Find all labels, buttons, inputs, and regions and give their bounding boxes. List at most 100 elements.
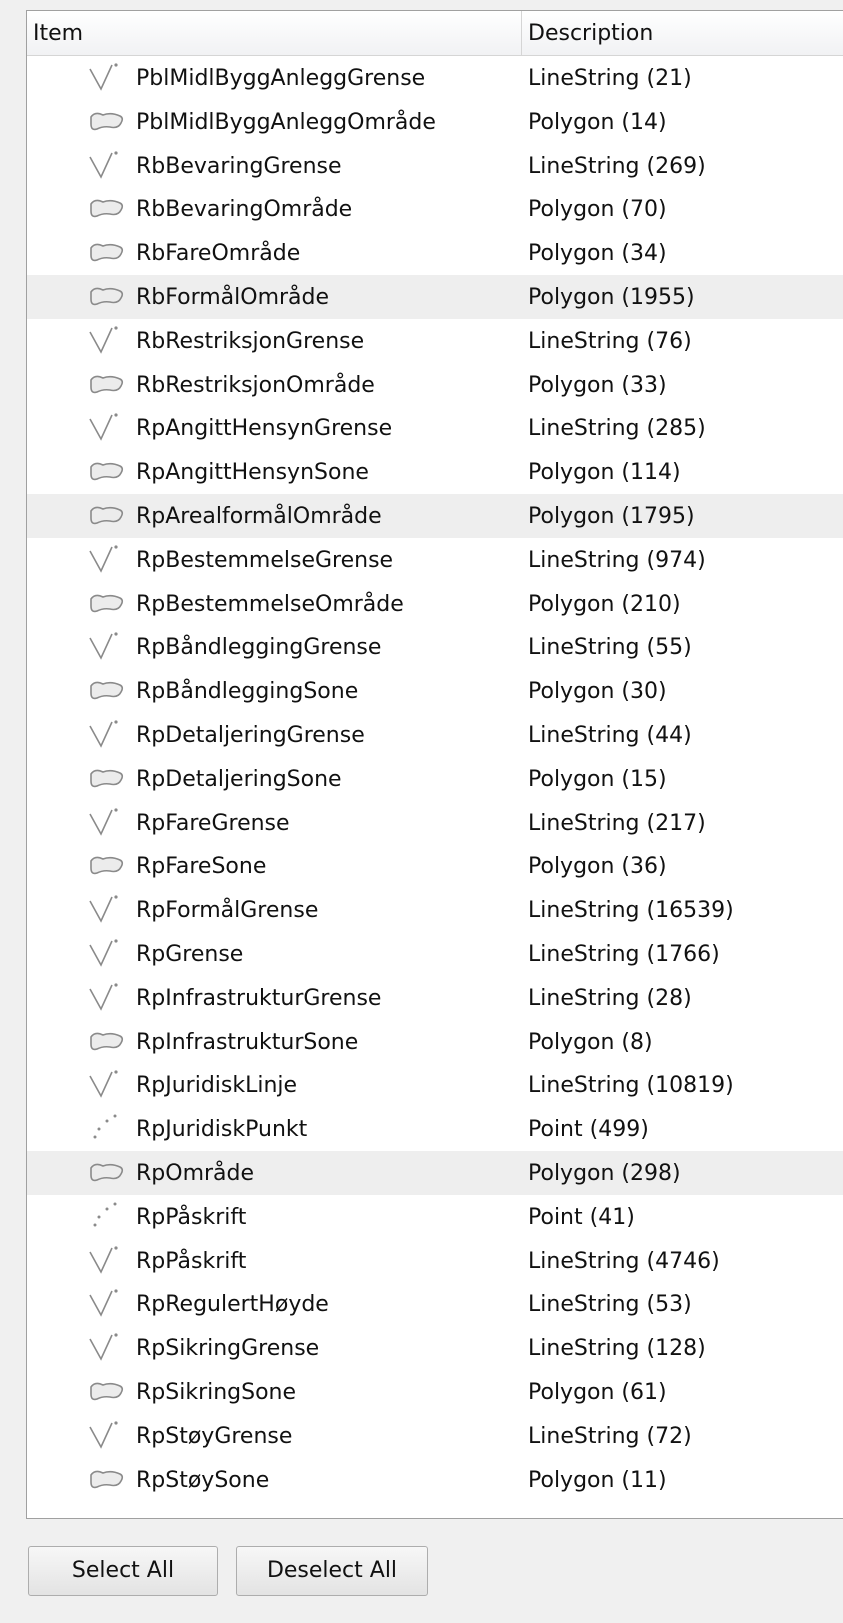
linestring-icon — [85, 1332, 129, 1364]
list-item[interactable]: RpAngittHensynGrense LineString (285) — [27, 406, 843, 450]
item-description: LineString (72) — [528, 1423, 692, 1449]
list-item[interactable]: RpOmråde Polygon (298) — [27, 1150, 843, 1195]
layer-selection-dialog: Item Description PblMidlByggAnleggGrense… — [0, 0, 843, 1623]
item-description: Point (41) — [528, 1204, 635, 1230]
list-item[interactable]: RbFareOmråde Polygon (34) — [27, 231, 843, 275]
list-rows: PblMidlByggAnleggGrense LineString (21) Pb… — [27, 56, 843, 1501]
item-description: LineString (974) — [528, 547, 706, 573]
item-description: LineString (76) — [528, 328, 692, 354]
list-item[interactable]: RpDetaljeringGrense LineString (44) — [27, 713, 843, 757]
item-description: Polygon (1795) — [528, 503, 695, 529]
item-description: Polygon (114) — [528, 460, 681, 486]
item-name: RpGrense — [136, 941, 244, 967]
list-item[interactable]: RpBåndleggingSone Polygon (30) — [27, 669, 843, 713]
item-description: LineString (21) — [528, 66, 692, 91]
item-name: RpFareGrense — [136, 810, 290, 836]
list-item[interactable]: RbBevaringGrense LineString (269) — [27, 144, 843, 188]
list-item[interactable]: RpSikringSone Polygon (61) — [27, 1370, 843, 1414]
item-name: RpBestemmelseOmråde — [136, 591, 404, 617]
linestring-icon — [85, 982, 129, 1014]
item-name: RpBåndleggingSone — [136, 679, 359, 705]
polygon-icon — [85, 1026, 129, 1058]
item-description: LineString (4746) — [528, 1248, 720, 1274]
item-name: RbBevaringGrense — [136, 153, 342, 179]
column-header-item[interactable]: Item — [27, 11, 522, 55]
list-item[interactable]: RpPåskrift LineString (4746) — [27, 1239, 843, 1283]
item-name: PblMidlByggAnleggOmråde — [136, 109, 436, 135]
list-item[interactable]: RpBestemmelseOmråde Polygon (210) — [27, 582, 843, 626]
item-name: RpRegulertHøyde — [136, 1292, 329, 1318]
item-name: RpPåskrift — [136, 1204, 247, 1230]
list-item[interactable]: RpJuridiskPunkt Point (499) — [27, 1107, 843, 1151]
polygon-icon — [85, 281, 129, 313]
list-item[interactable]: RbRestriksjonGrense LineString (76) — [27, 319, 843, 363]
list-item[interactable]: RbFormålOmråde Polygon (1955) — [27, 274, 843, 319]
linestring-icon — [85, 1245, 129, 1277]
polygon-icon — [85, 850, 129, 882]
list-item[interactable]: RpGrense LineString (1766) — [27, 932, 843, 976]
list-item[interactable]: RpRegulertHøyde LineString (53) — [27, 1282, 843, 1326]
list-item[interactable]: RpAngittHensynSone Polygon (114) — [27, 450, 843, 494]
list-item[interactable]: RpInfrastrukturSone Polygon (8) — [27, 1020, 843, 1064]
item-description: LineString (269) — [528, 153, 706, 179]
list-item[interactable]: RpDetaljeringSone Polygon (15) — [27, 757, 843, 801]
linestring-icon — [85, 631, 129, 663]
polygon-icon — [85, 237, 129, 269]
list-item[interactable]: RpFormålGrense LineString (16539) — [27, 888, 843, 932]
linestring-icon — [85, 412, 129, 444]
list-item[interactable]: RpStøyGrense LineString (72) — [27, 1414, 843, 1458]
item-name: RbFormålOmråde — [136, 284, 330, 310]
polygon-icon — [85, 588, 129, 620]
linestring-icon — [85, 719, 129, 751]
list-item[interactable]: PblMidlByggAnleggOmråde Polygon (14) — [27, 100, 843, 144]
list-item[interactable]: RpInfrastrukturGrense LineString (28) — [27, 976, 843, 1020]
list-item[interactable]: RpStøySone Polygon (11) — [27, 1458, 843, 1502]
list-item[interactable]: RpPåskrift Point (41) — [27, 1195, 843, 1239]
item-name: RpArealformålOmråde — [136, 503, 382, 529]
item-description: LineString (44) — [528, 722, 692, 748]
item-description: Polygon (298) — [528, 1160, 681, 1186]
item-name: RpJuridiskPunkt — [136, 1117, 308, 1143]
list-item[interactable]: RbRestriksjonOmråde Polygon (33) — [27, 363, 843, 407]
linestring-icon — [85, 1420, 129, 1452]
item-name: RpBåndleggingGrense — [136, 635, 382, 661]
item-name: RpBestemmelseGrense — [136, 547, 394, 573]
item-name: RpFormålGrense — [136, 898, 319, 924]
list-item[interactable]: RpSikringGrense LineString (128) — [27, 1326, 843, 1370]
list-item[interactable]: RpBåndleggingGrense LineString (55) — [27, 625, 843, 669]
point-icon — [85, 1113, 129, 1145]
item-name: RpAngittHensynGrense — [136, 416, 393, 442]
polygon-icon — [85, 456, 129, 488]
point-icon — [85, 1201, 129, 1233]
item-name: RpJuridiskLinje — [136, 1073, 298, 1099]
item-description: Polygon (33) — [528, 372, 667, 398]
list-item[interactable]: RpJuridiskLinje LineString (10819) — [27, 1063, 843, 1107]
list-item[interactable]: PblMidlByggAnleggGrense LineString (21) — [27, 56, 843, 100]
layer-list[interactable]: Item Description PblMidlByggAnleggGrense… — [26, 10, 843, 1519]
list-item[interactable]: RpFareGrense LineString (217) — [27, 801, 843, 845]
linestring-icon — [85, 325, 129, 357]
item-name: RbRestriksjonOmråde — [136, 372, 375, 398]
list-item[interactable]: RpFareSone Polygon (36) — [27, 844, 843, 888]
list-item[interactable]: RpBestemmelseGrense LineString (974) — [27, 538, 843, 582]
item-description: LineString (1766) — [528, 941, 720, 967]
polygon-icon — [85, 106, 129, 138]
polygon-icon — [85, 1157, 129, 1189]
item-name: RpSikringGrense — [136, 1336, 320, 1362]
linestring-icon — [85, 1288, 129, 1320]
list-item[interactable]: RbBevaringOmråde Polygon (70) — [27, 187, 843, 231]
item-description: LineString (53) — [528, 1292, 692, 1318]
item-name: RpDetaljeringSone — [136, 766, 342, 792]
select-all-button[interactable]: Select All — [28, 1546, 218, 1596]
list-item[interactable]: RpArealformålOmråde Polygon (1795) — [27, 493, 843, 538]
polygon-icon — [85, 500, 129, 532]
deselect-all-button[interactable]: Deselect All — [236, 1546, 428, 1596]
column-header-description[interactable]: Description — [522, 11, 843, 55]
item-description: LineString (55) — [528, 635, 692, 661]
item-name: RpOmråde — [136, 1160, 255, 1186]
item-name: RpSikringSone — [136, 1379, 297, 1405]
item-description: Polygon (210) — [528, 591, 681, 617]
item-description: Polygon (11) — [528, 1467, 667, 1493]
item-description: Polygon (70) — [528, 197, 667, 223]
item-name: PblMidlByggAnleggGrense — [136, 66, 426, 91]
